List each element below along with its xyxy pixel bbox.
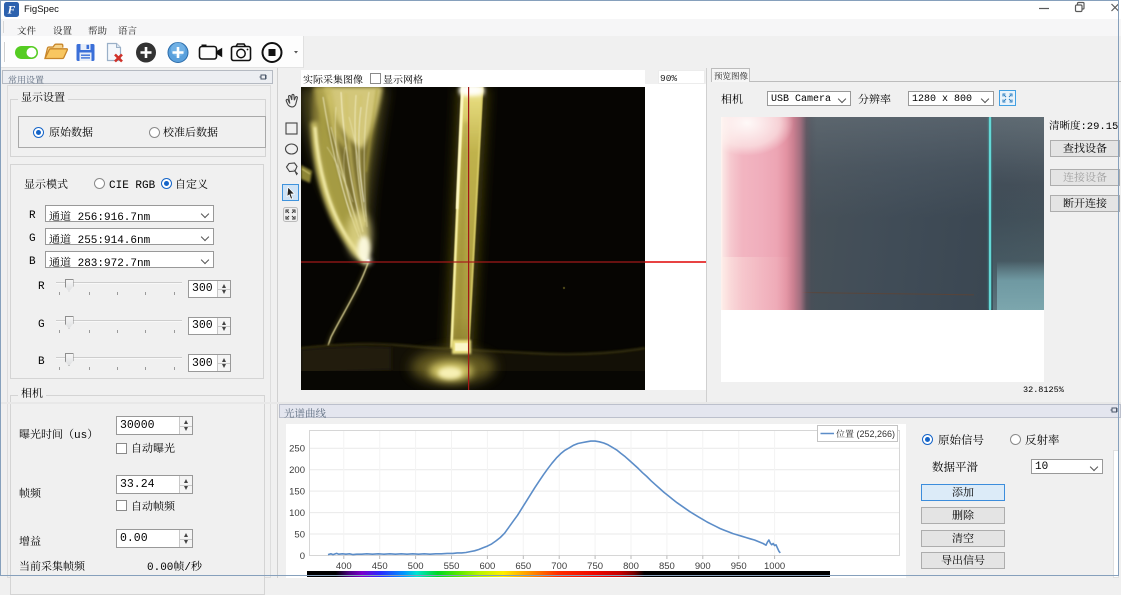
svg-text:450: 450 bbox=[372, 561, 388, 572]
svg-text:750: 750 bbox=[587, 561, 603, 572]
svg-text:900: 900 bbox=[695, 561, 711, 572]
svg-text:250: 250 bbox=[289, 444, 305, 455]
svg-text:200: 200 bbox=[289, 465, 305, 476]
svg-text:1000: 1000 bbox=[764, 561, 785, 572]
svg-text:F: F bbox=[7, 5, 16, 17]
svg-text:600: 600 bbox=[479, 561, 495, 572]
svg-text:850: 850 bbox=[659, 561, 675, 572]
svg-text:550: 550 bbox=[444, 561, 460, 572]
svg-text:0: 0 bbox=[300, 551, 305, 562]
svg-text:800: 800 bbox=[623, 561, 639, 572]
svg-text:700: 700 bbox=[551, 561, 567, 572]
svg-text:650: 650 bbox=[515, 561, 531, 572]
svg-text:50: 50 bbox=[294, 530, 305, 541]
svg-text:950: 950 bbox=[731, 561, 747, 572]
svg-text:100: 100 bbox=[289, 508, 305, 519]
svg-text:150: 150 bbox=[289, 487, 305, 498]
svg-text:500: 500 bbox=[408, 561, 424, 572]
svg-text:400: 400 bbox=[336, 561, 352, 572]
svg-text:位置 (252,266): 位置 (252,266) bbox=[836, 427, 895, 440]
